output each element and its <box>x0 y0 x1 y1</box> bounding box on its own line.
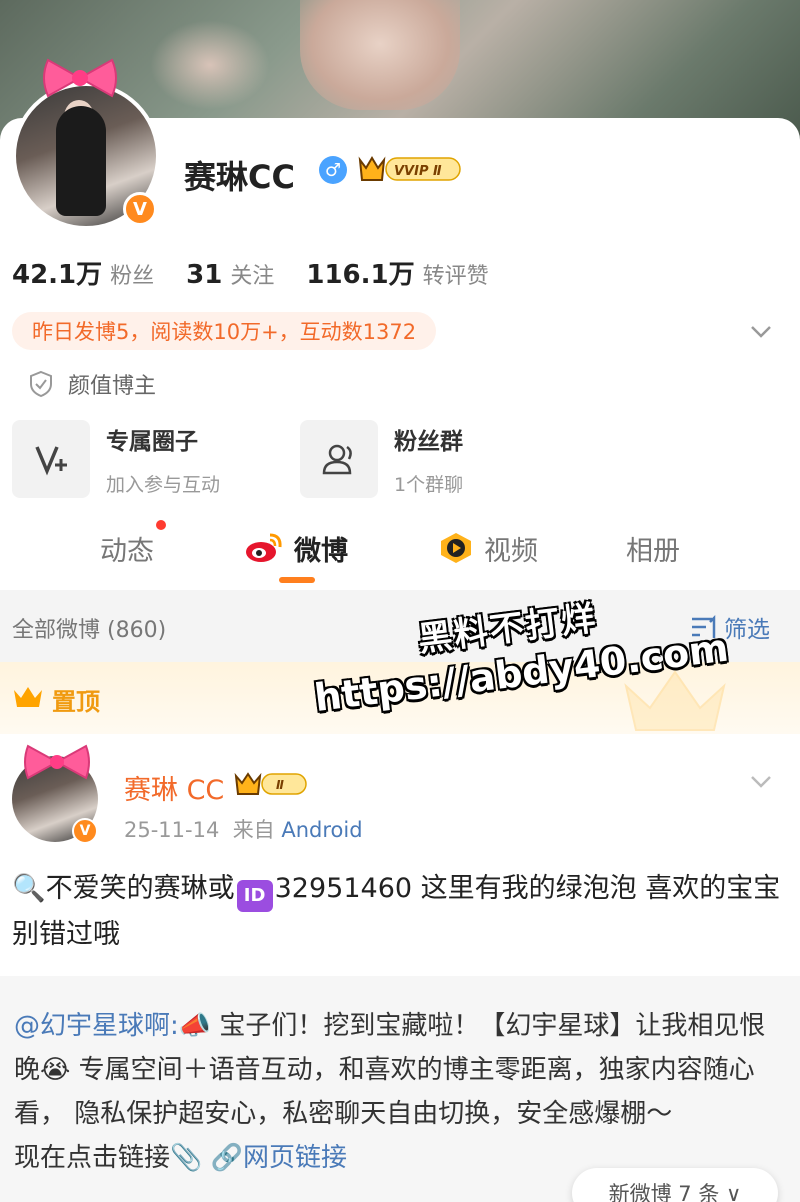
repost-cta: 现在点击链接 <box>14 1143 171 1173</box>
post-date: 25-11-14 <box>124 818 220 842</box>
paperclip-icon: 📎 <box>170 1143 203 1173</box>
feature-title: 粉丝群 <box>394 428 463 455</box>
tab-label: 微博 <box>294 535 348 567</box>
pink-bow-icon <box>43 58 117 98</box>
stat-fans[interactable]: 42.1万 粉丝 <box>12 254 154 291</box>
repost-mention[interactable]: @幻宇星球啊: <box>14 1011 179 1041</box>
stat-label: 关注 <box>230 264 275 289</box>
active-tab-indicator <box>279 577 315 583</box>
tab-label: 视频 <box>484 535 538 567</box>
profile-tabs: 动态 微博 视频 相册 <box>0 520 800 586</box>
gender-male-icon: ♂ <box>319 156 347 184</box>
stat-label: 粉丝 <box>110 264 155 289</box>
weibo-logo-icon <box>246 533 282 562</box>
daily-summary-pill[interactable]: 昨日发博5，阅读数10万+，互动数1372 <box>12 312 437 350</box>
notification-dot <box>156 520 166 530</box>
stat-interactions[interactable]: 116.1万 转评赞 <box>306 254 488 291</box>
pinned-banner: 置顶 <box>0 662 800 734</box>
vvip-badge[interactable]: VVIP Ⅱ <box>358 154 462 184</box>
filter-label: 筛选 <box>724 617 770 643</box>
megaphone-icon: 📣 <box>178 1011 212 1041</box>
tab-activity[interactable]: 动态 <box>100 520 166 576</box>
feature-title: 专属圈子 <box>106 428 198 455</box>
video-play-icon <box>441 533 471 563</box>
pinned-label: 置顶 <box>52 688 100 716</box>
tab-weibo[interactable]: 微博 <box>244 520 348 576</box>
magnifier-icon: 🔍 <box>12 873 46 904</box>
stat-number: 116.1万 <box>306 260 415 290</box>
creator-tag-label: 颜值博主 <box>68 374 157 399</box>
feature-subtitle: 加入参与互动 <box>106 473 221 496</box>
avatar-figure <box>56 106 106 216</box>
id-badge-icon: ID <box>236 880 273 912</box>
post-filter-bar: 全部微博 (860) 筛选 <box>0 590 800 662</box>
post-body: 🔍不爱笑的赛琳或 ID 32951460 这里有我的绿泡泡 喜欢的宝宝别错过哦 <box>12 866 782 958</box>
tab-album[interactable]: 相册 <box>626 520 680 576</box>
stat-number: 31 <box>186 260 223 290</box>
feature-subtitle: 1个群聊 <box>394 473 464 496</box>
crown-decoration-icon <box>624 670 726 731</box>
tab-label: 相册 <box>626 535 680 567</box>
vip-badge[interactable]: Ⅱ <box>234 770 310 798</box>
banner-photo-detail <box>300 0 460 110</box>
creator-tag[interactable]: 颜值博主 <box>28 368 156 400</box>
web-link[interactable]: 🔗网页链接 <box>211 1143 347 1173</box>
profile-name: 赛琳CC <box>184 158 295 196</box>
vip-text: Ⅱ <box>276 778 284 792</box>
feature-fan-group[interactable]: 粉丝群 1个群聊 <box>300 420 463 498</box>
shield-icon <box>30 370 52 398</box>
repost-block[interactable]: @幻宇星球啊:📣 宝子们！挖到宝藏啦！【幻宇星球】让我相见恨晚😭 专属空间＋语音… <box>0 976 800 1202</box>
post-from: 来自 <box>232 818 275 842</box>
filter-button[interactable]: 筛选 <box>690 610 770 644</box>
chevron-down-icon[interactable] <box>748 318 774 344</box>
feature-exclusive-circle[interactable]: 专属圈子 加入参与互动 <box>12 420 220 498</box>
stat-following[interactable]: 31 关注 <box>186 258 274 290</box>
post-author-name[interactable]: 赛琳 CC <box>124 768 224 807</box>
crown-icon <box>14 687 42 707</box>
web-link-label: 网页链接 <box>243 1143 348 1173</box>
verified-badge: V <box>72 818 98 844</box>
stat-number: 42.1万 <box>12 260 103 290</box>
tab-video[interactable]: 视频 <box>438 520 538 576</box>
circle-v-plus-icon <box>35 446 67 476</box>
stats-row: 42.1万 粉丝 31 关注 116.1万 转评赞 <box>12 254 521 291</box>
post-meta: 25-11-14 来自 Android <box>124 814 363 844</box>
verified-badge: V <box>123 192 157 226</box>
post-source: Android <box>281 818 363 842</box>
chevron-down-icon[interactable] <box>748 768 774 794</box>
feature-icon-box <box>300 420 378 498</box>
post-text-part1: 不爱笑的赛琳或 <box>45 873 235 904</box>
banner-photo-detail <box>150 20 270 110</box>
repost-text: @幻宇星球啊:📣 宝子们！挖到宝藏啦！【幻宇星球】让我相见恨晚😭 专属空间＋语音… <box>14 1004 784 1180</box>
filter-sort-icon <box>692 614 716 638</box>
tab-label: 动态 <box>100 535 154 567</box>
feature-icon-box <box>12 420 90 498</box>
vvip-text: VVIP Ⅱ <box>394 164 442 179</box>
group-icon <box>322 444 352 475</box>
new-posts-button[interactable]: 新微博 7 条 ∨ <box>572 1168 778 1202</box>
pink-bow-icon <box>24 744 90 780</box>
post-count: 全部微博 (860) <box>12 618 167 643</box>
stat-label: 转评赞 <box>422 264 489 289</box>
